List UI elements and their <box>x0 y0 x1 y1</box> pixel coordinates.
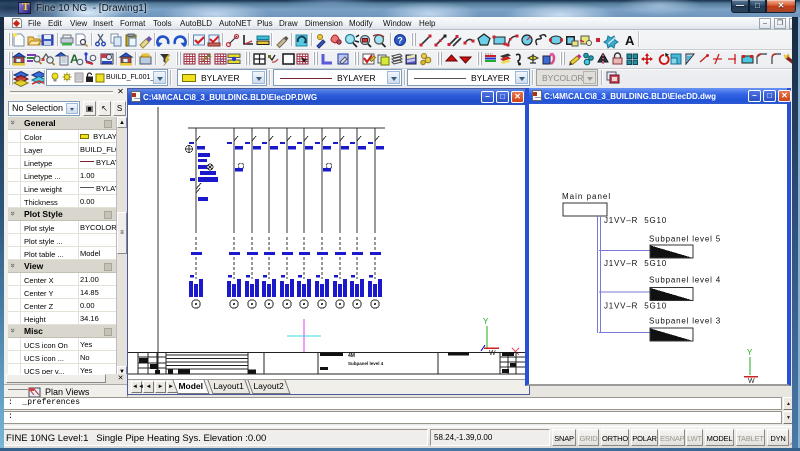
svg-text:J1VV–R 5G10: J1VV–R 5G10 <box>604 259 667 268</box>
svg-text:Subpanel level 3: Subpanel level 3 <box>649 317 721 326</box>
svg-text:W: W <box>489 350 496 357</box>
svg-text:J1VV–R 5G10: J1VV–R 5G10 <box>604 216 667 225</box>
svg-text:Y: Y <box>747 348 753 357</box>
svg-text:Subpanel level 4: Subpanel level 4 <box>649 276 721 285</box>
svg-text:Y: Y <box>483 317 489 326</box>
svg-text:Main panel: Main panel <box>562 192 611 201</box>
svg-text:4M: 4M <box>348 353 355 359</box>
svg-text:Subpanel level 5: Subpanel level 5 <box>649 235 721 244</box>
svg-text:Subpanel level 4: Subpanel level 4 <box>348 361 384 366</box>
svg-text:J1VV–R 5G10: J1VV–R 5G10 <box>604 302 667 311</box>
svg-text:W: W <box>748 378 755 383</box>
